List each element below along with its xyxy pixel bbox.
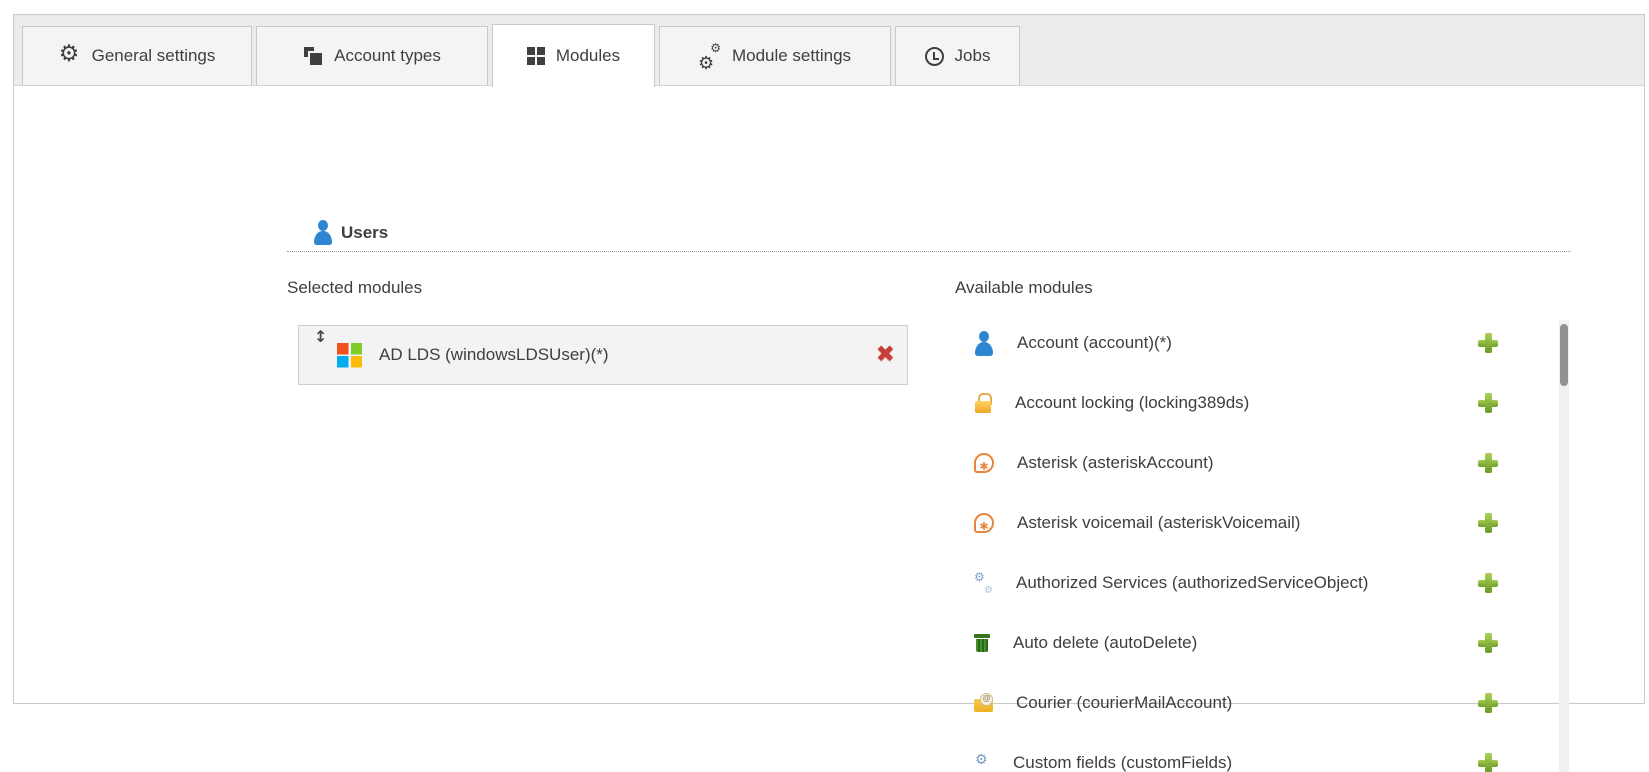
grid-icon [527,47,545,65]
envelope-icon [974,693,993,713]
available-module-name: Custom fields (customFields) [1013,753,1232,772]
asterisk-icon [974,513,994,533]
available-modules-label: Available modules [955,278,1093,298]
selected-module-row[interactable]: ↕ AD LDS (windowsLDSUser)(*) ✖ [298,325,908,385]
add-module-button[interactable] [1478,333,1498,353]
scrollbar-track[interactable] [1559,320,1569,772]
available-module-name: Auto delete (autoDelete) [1013,633,1197,653]
selected-module-name: AD LDS (windowsLDSUser)(*) [379,345,609,365]
add-module-button[interactable] [1478,753,1498,772]
available-module-row: Courier (courierMailAccount) [941,673,1559,733]
tab-account-types[interactable]: Account types [256,26,488,85]
remove-module-button[interactable]: ✖ [876,344,895,367]
clock-icon [925,47,944,66]
modules-tab-content: Users Selected modules Available modules… [14,86,1644,703]
available-module-row: Account (account)(*) [941,313,1559,373]
available-module-row: Custom fields (customFields) [941,733,1559,772]
add-module-button[interactable] [1478,513,1498,533]
available-module-name: Account (account)(*) [1017,333,1172,353]
add-module-button[interactable] [1478,393,1498,413]
copy-icon [303,46,323,66]
selected-modules-label: Selected modules [287,278,422,298]
services-icon [974,574,993,593]
scrollbar-thumb[interactable] [1560,324,1568,386]
available-module-row: Auto delete (autoDelete) [941,613,1559,673]
section-divider [287,233,1571,252]
gear-icon [59,44,81,68]
add-module-button[interactable] [1478,573,1498,593]
add-module-button[interactable] [1478,693,1498,713]
tab-bar: General settings Account types Modules M… [14,15,1644,86]
available-module-name: Courier (courierMailAccount) [1016,693,1232,713]
available-module-name: Authorized Services (authorizedServiceOb… [1016,573,1368,593]
gears-icon [699,45,721,68]
profile-settings-widget: General settings Account types Modules M… [13,14,1645,704]
available-module-row: Asterisk (asteriskAccount) [941,433,1559,493]
drag-handle-icon[interactable]: ↕ [314,328,327,346]
asterisk-icon [974,453,994,473]
tab-jobs[interactable]: Jobs [895,26,1020,85]
windows-logo-icon [337,343,362,368]
tab-module-settings[interactable]: Module settings [659,26,891,85]
available-module-name: Asterisk voicemail (asteriskVoicemail) [1017,513,1300,533]
available-module-row: Authorized Services (authorizedServiceOb… [941,553,1559,613]
tab-modules[interactable]: Modules [492,24,655,87]
available-module-name: Asterisk (asteriskAccount) [1017,453,1214,473]
trash-icon [974,633,990,653]
add-module-button[interactable] [1478,633,1498,653]
user-icon [974,331,994,356]
available-modules-list: Account (account)(*) Account locking (lo… [941,313,1559,772]
available-module-row: Account locking (locking389ds) [941,373,1559,433]
tab-general-settings[interactable]: General settings [22,26,252,85]
available-module-name: Account locking (locking389ds) [1015,393,1249,413]
customfields-icon [974,755,990,771]
available-module-row: Asterisk voicemail (asteriskVoicemail) [941,493,1559,553]
add-module-button[interactable] [1478,453,1498,473]
padlock-icon [974,393,992,413]
